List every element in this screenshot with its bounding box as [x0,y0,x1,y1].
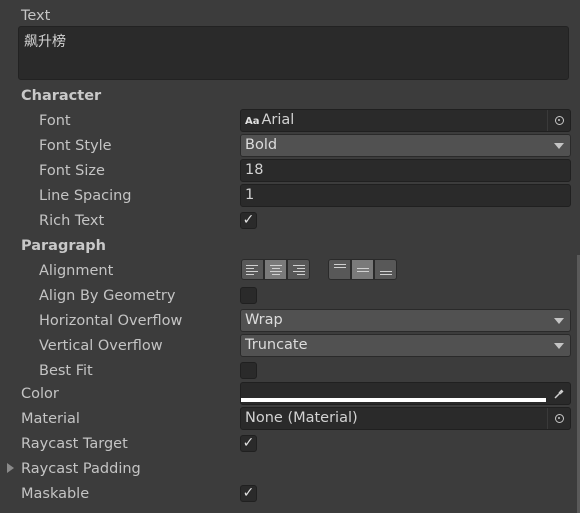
color-label: Color [21,386,59,402]
vertical-overflow-label: Vertical Overflow [39,338,163,354]
alignment-label: Alignment [39,263,114,279]
align-right-button[interactable] [287,259,310,280]
vertical-alignment-group [328,259,397,280]
eyedropper-icon[interactable] [547,383,570,404]
foldout-arrow-icon[interactable] [7,463,14,473]
font-style-value: Bold [245,137,278,153]
horizontal-overflow-value: Wrap [245,312,283,328]
best-fit-checkbox[interactable] [240,362,257,379]
vertical-overflow-dropdown[interactable]: Truncate [240,334,571,357]
paragraph-header[interactable]: Paragraph [21,236,106,256]
horizontal-overflow-dropdown[interactable]: Wrap [240,309,571,332]
font-style-dropdown[interactable]: Bold [240,134,571,157]
font-field[interactable]: Aa Arial [240,109,571,132]
chevron-down-icon [554,143,564,149]
horizontal-alignment-group [241,259,310,280]
font-label: Font [39,113,71,129]
text-label: Text [21,8,51,24]
font-size-label: Font Size [39,163,105,179]
rich-text-label: Rich Text [39,213,105,229]
font-value: Arial [261,112,295,128]
raycast-padding-label[interactable]: Raycast Padding [21,459,141,479]
line-spacing-field[interactable]: 1 [240,184,571,207]
character-header[interactable]: Character [21,86,101,106]
align-by-geometry-label: Align By Geometry [39,288,176,304]
text-input[interactable]: 飙升榜 [18,26,569,80]
align-left-button[interactable] [241,259,264,280]
align-middle-button[interactable] [351,259,374,280]
maskable-label: Maskable [21,486,90,502]
align-by-geometry-checkbox[interactable] [240,287,257,304]
material-label: Material [21,411,80,427]
rich-text-checkbox[interactable]: ✓ [240,212,257,229]
material-field[interactable]: None (Material) [240,407,571,430]
object-picker-icon[interactable] [547,408,570,429]
color-alpha-bar [241,398,546,402]
object-picker-icon[interactable] [547,110,570,131]
raycast-target-checkbox[interactable]: ✓ [240,435,257,452]
chevron-down-icon [554,343,564,349]
raycast-target-label: Raycast Target [21,436,128,452]
chevron-down-icon [554,318,564,324]
material-value: None (Material) [245,410,358,426]
line-spacing-label: Line Spacing [39,188,132,204]
horizontal-overflow-label: Horizontal Overflow [39,313,183,329]
font-size-field[interactable]: 18 [240,159,571,182]
align-center-button[interactable] [264,259,287,280]
best-fit-label: Best Fit [39,363,93,379]
align-bottom-button[interactable] [374,259,397,280]
color-field[interactable] [240,382,571,405]
align-top-button[interactable] [328,259,351,280]
font-asset-icon: Aa [245,116,260,127]
font-style-label: Font Style [39,138,112,154]
maskable-checkbox[interactable]: ✓ [240,485,257,502]
vertical-overflow-value: Truncate [245,337,308,353]
